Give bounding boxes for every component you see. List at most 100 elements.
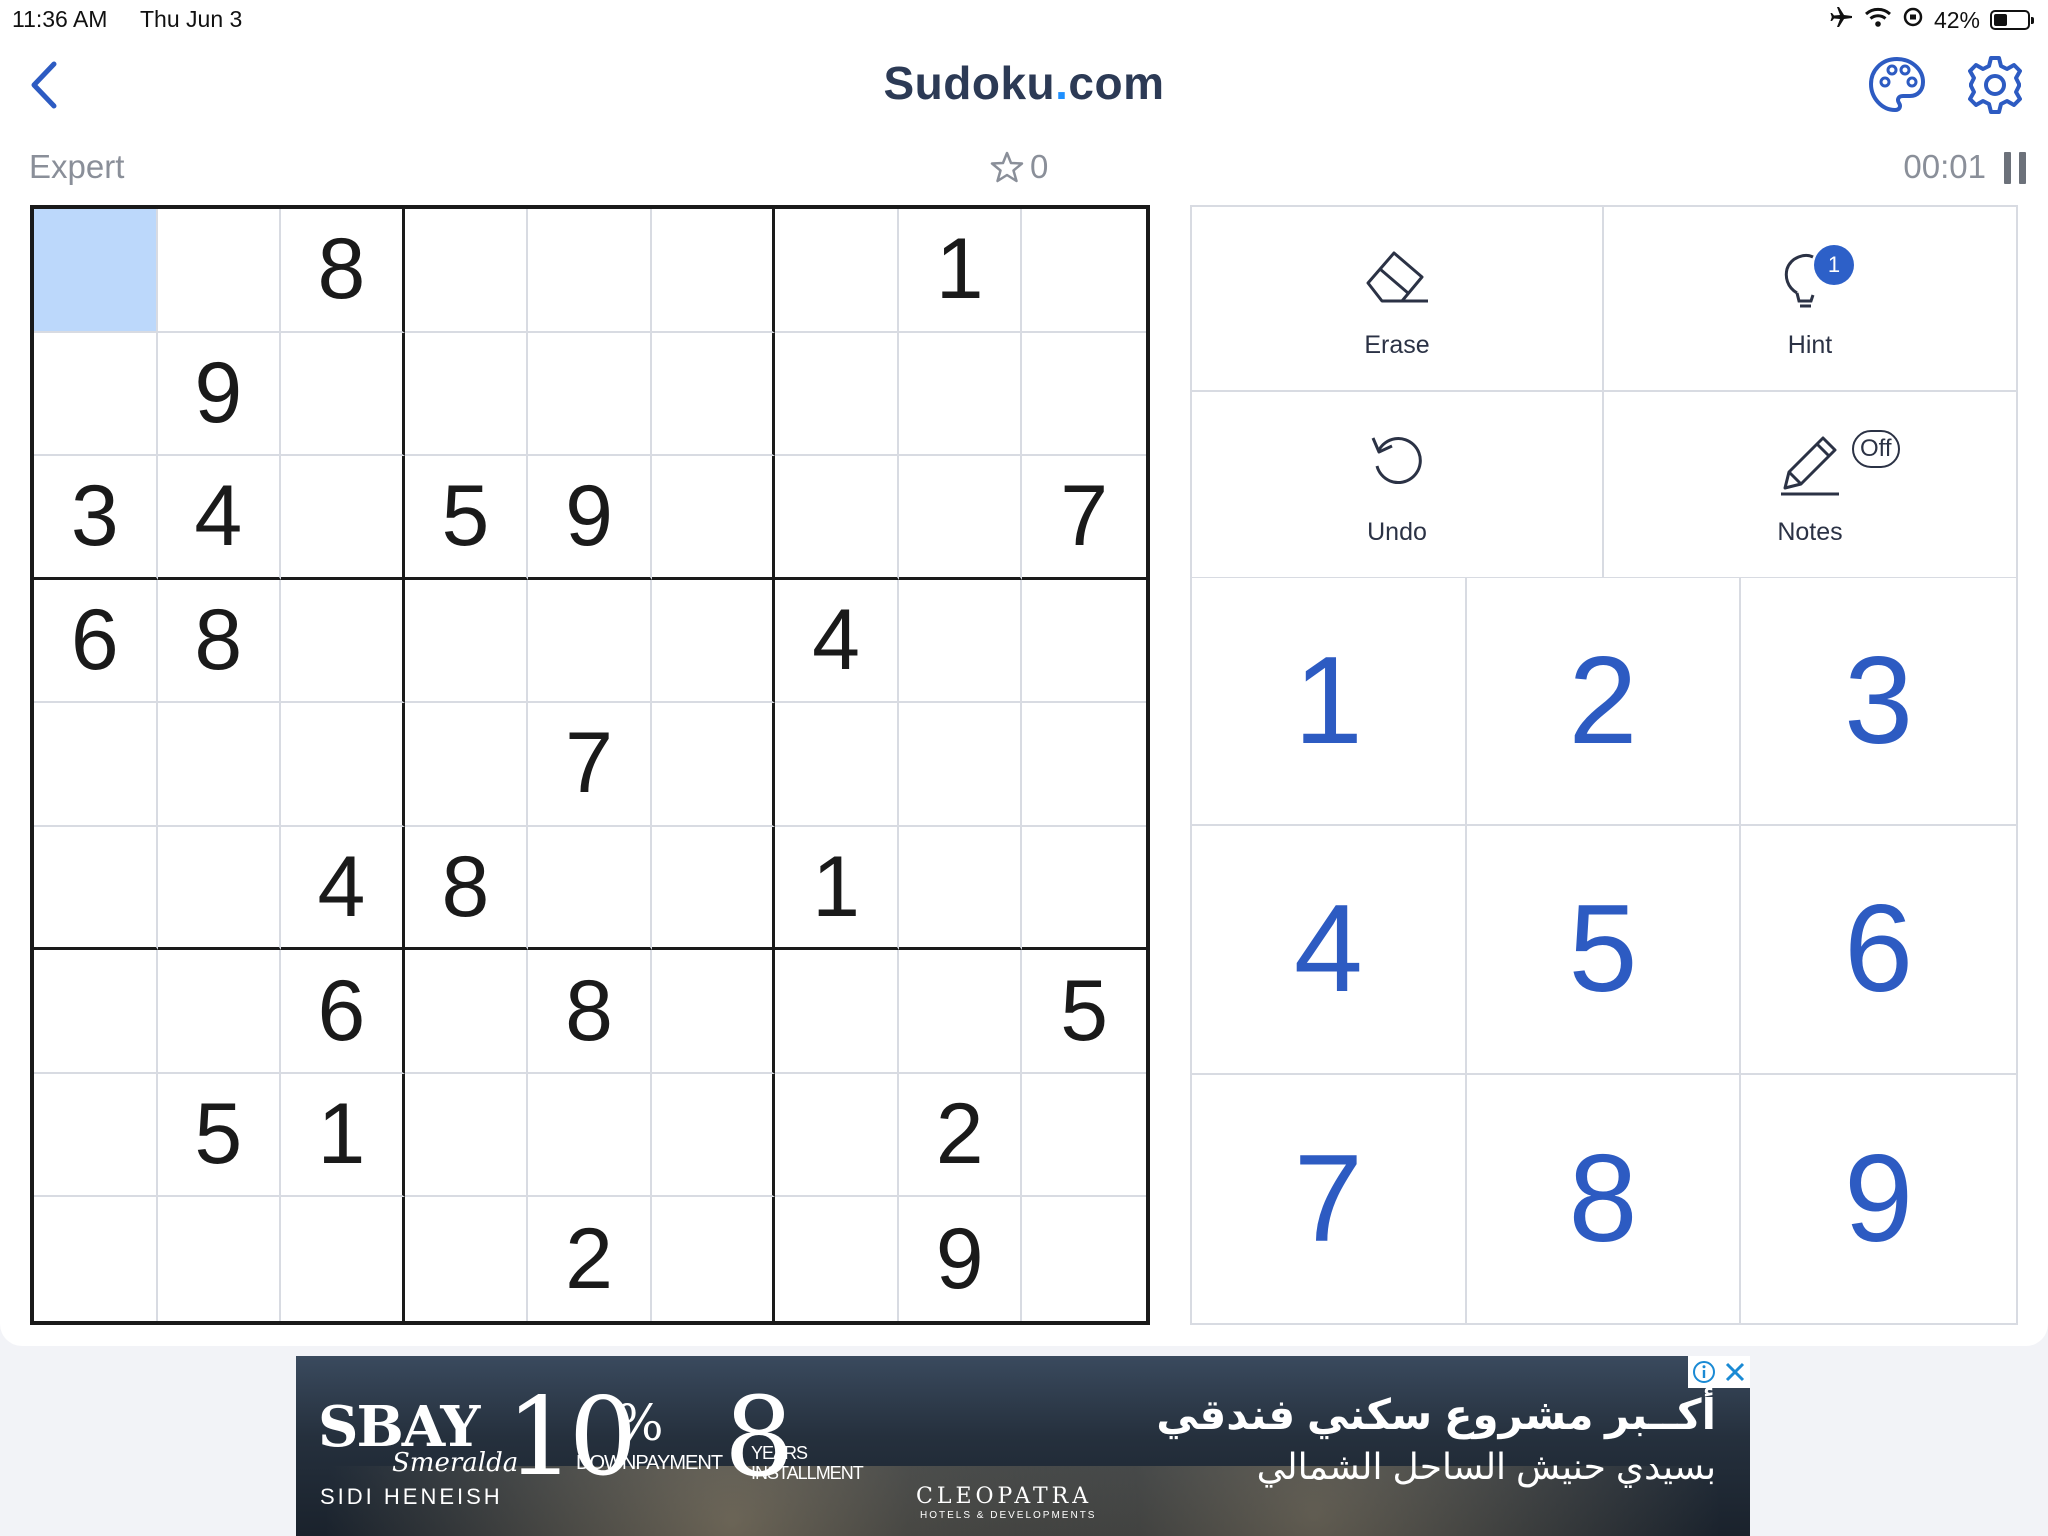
board-cell[interactable]	[404, 1073, 529, 1198]
board-cell[interactable]: 3	[34, 456, 158, 580]
board-cell[interactable]	[898, 950, 1023, 1074]
board-cell[interactable]: 5	[1022, 950, 1146, 1074]
theme-palette-button[interactable]	[1866, 54, 1928, 116]
board-cell[interactable]	[651, 579, 776, 704]
board-cell[interactable]	[157, 209, 282, 333]
board-cell[interactable]	[157, 703, 282, 827]
board-cell[interactable]	[34, 1197, 158, 1321]
board-cell[interactable]	[1022, 1197, 1146, 1321]
board-cell[interactable]	[157, 826, 282, 951]
board-cell[interactable]	[1022, 209, 1146, 333]
board-cell[interactable]	[651, 826, 776, 951]
board-cell[interactable]	[405, 1197, 529, 1321]
board-cell[interactable]	[34, 209, 158, 333]
board-cell[interactable]: 2	[898, 1073, 1023, 1198]
board-cell[interactable]	[1022, 703, 1146, 827]
board-cell[interactable]	[898, 703, 1023, 827]
board-cell[interactable]: 4	[157, 456, 282, 580]
board-cell[interactable]: 6	[281, 950, 405, 1074]
board-cell[interactable]	[651, 209, 776, 333]
pause-button[interactable]	[2002, 152, 2028, 184]
numpad-key-3[interactable]: 3	[1741, 578, 2016, 827]
board-cell[interactable]	[34, 826, 158, 951]
board-cell[interactable]: 8	[404, 826, 529, 951]
board-cell[interactable]: 7	[528, 703, 652, 827]
board-cell[interactable]	[528, 332, 652, 457]
board-cell[interactable]	[898, 826, 1023, 951]
numpad-key-6[interactable]: 6	[1741, 826, 2016, 1075]
board-cell[interactable]: 7	[1022, 456, 1146, 580]
board-cell[interactable]	[651, 1073, 776, 1198]
undo-button[interactable]: Undo	[1192, 392, 1604, 577]
board-cell[interactable]	[651, 456, 776, 580]
board-cell[interactable]	[404, 950, 529, 1074]
board-cell[interactable]	[158, 1197, 282, 1321]
board-cell[interactable]	[404, 332, 529, 457]
board-cell[interactable]	[281, 332, 405, 457]
board-cell[interactable]	[1022, 827, 1146, 951]
board-cell[interactable]	[775, 1073, 899, 1198]
board-cell[interactable]: 8	[281, 209, 405, 333]
board-cell[interactable]	[1022, 1074, 1146, 1198]
notes-button[interactable]: Off Notes	[1604, 392, 2016, 577]
board-cell[interactable]	[652, 1197, 776, 1321]
board-cell[interactable]	[898, 456, 1023, 580]
numpad-key-1[interactable]: 1	[1192, 578, 1467, 827]
board-cell[interactable]	[775, 332, 899, 457]
board-cell[interactable]	[1022, 580, 1146, 704]
board-cell[interactable]	[281, 1197, 405, 1321]
numpad-key-7[interactable]: 7	[1192, 1074, 1467, 1323]
board-cell[interactable]	[34, 703, 158, 827]
board-cell[interactable]	[528, 579, 652, 704]
board-cell[interactable]	[775, 209, 899, 333]
board-cell[interactable]	[34, 332, 158, 457]
board-cell[interactable]: 4	[775, 579, 899, 704]
board-cell[interactable]: 9	[157, 332, 282, 457]
board-cell[interactable]	[898, 579, 1023, 704]
board-cell[interactable]	[775, 1197, 899, 1321]
board-cell[interactable]	[651, 703, 776, 827]
board-cell[interactable]	[775, 456, 899, 580]
board-cell[interactable]	[157, 950, 282, 1074]
numpad-key-5[interactable]: 5	[1466, 826, 1742, 1075]
board-cell[interactable]: 8	[528, 950, 652, 1074]
board-cell[interactable]: 9	[899, 1197, 1023, 1321]
board-cell[interactable]	[34, 1073, 158, 1198]
board-cell[interactable]: 5	[157, 1073, 282, 1198]
board-cell[interactable]: 6	[34, 579, 158, 704]
board-cell[interactable]: 5	[404, 456, 529, 580]
ad-info-icon[interactable]	[1692, 1360, 1716, 1384]
board-cell[interactable]: 4	[281, 826, 405, 951]
board-cell[interactable]	[775, 703, 899, 827]
numpad-key-2[interactable]: 2	[1466, 578, 1742, 827]
board-cell[interactable]	[1022, 333, 1146, 457]
board-cell[interactable]	[281, 579, 405, 704]
numpad-key-8[interactable]: 8	[1466, 1074, 1742, 1323]
board-cell[interactable]: 2	[528, 1197, 652, 1321]
board-cell[interactable]	[651, 332, 776, 457]
board-cell[interactable]: 1	[281, 1073, 405, 1198]
board-cell[interactable]: 1	[775, 826, 899, 951]
ad-banner[interactable]: SBAY Smeralda SIDI HENEISH 10 % DOWNPAYM…	[296, 1356, 1750, 1536]
settings-button[interactable]	[1964, 54, 2026, 116]
numpad-key-4[interactable]: 4	[1192, 826, 1467, 1075]
board-cell[interactable]	[775, 950, 899, 1074]
board-cell[interactable]: 9	[528, 456, 652, 580]
ad-close-icon[interactable]	[1724, 1361, 1746, 1383]
numpad-key-9[interactable]: 9	[1741, 1074, 2016, 1323]
board-cell[interactable]	[528, 1073, 652, 1198]
board-cell[interactable]	[898, 332, 1023, 457]
erase-button[interactable]: Erase	[1192, 207, 1604, 392]
board-cell[interactable]	[404, 579, 529, 704]
board-cell[interactable]	[34, 950, 158, 1074]
board-cell[interactable]	[281, 456, 405, 580]
board-cell[interactable]: 1	[898, 209, 1023, 333]
board-cell[interactable]: 8	[157, 579, 282, 704]
board-cell[interactable]	[651, 950, 776, 1074]
board-cell[interactable]	[528, 209, 652, 333]
board-cell[interactable]	[281, 703, 405, 827]
board-cell[interactable]	[404, 703, 529, 827]
board-cell[interactable]	[404, 209, 529, 333]
board-cell[interactable]	[528, 826, 652, 951]
hint-button[interactable]: 1 Hint	[1604, 207, 2016, 392]
